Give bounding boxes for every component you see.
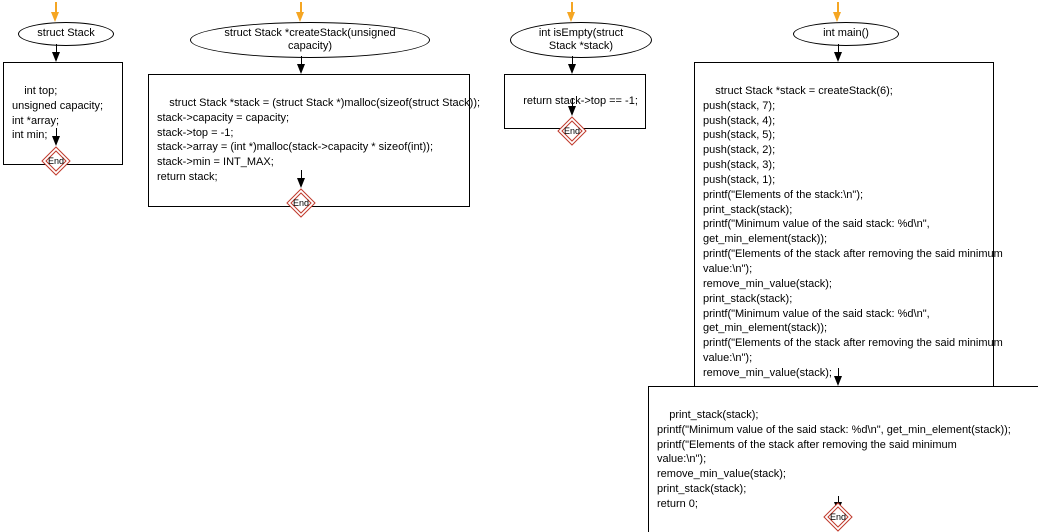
flow3-header-text: int isEmpty(struct Stack *stack) xyxy=(539,27,623,53)
flow4-body1: struct Stack *stack = createStack(6); pu… xyxy=(694,62,994,403)
arrow-head xyxy=(834,52,842,62)
arrow-head xyxy=(568,106,576,116)
flow4-header: int main() xyxy=(793,22,899,46)
flow4-body2-text: print_stack(stack); printf("Minimum valu… xyxy=(657,409,1011,510)
flow2-header: struct Stack *createStack(unsigned capac… xyxy=(190,22,430,58)
flow3-header: int isEmpty(struct Stack *stack) xyxy=(510,22,652,58)
arrow-head xyxy=(568,64,576,74)
end-node: End xyxy=(557,116,587,146)
entry-arrow-head xyxy=(567,12,575,22)
entry-arrow-head xyxy=(51,12,59,22)
flow4-header-text: int main() xyxy=(823,27,869,40)
flowchart-canvas: struct Stack int top; unsigned capacity;… xyxy=(0,0,1038,532)
flow2-body: struct Stack *stack = (struct Stack *)ma… xyxy=(148,74,470,207)
entry-arrow-head xyxy=(833,12,841,22)
flow2-header-text: struct Stack *createStack(unsigned capac… xyxy=(224,27,395,53)
end-node: End xyxy=(823,502,853,532)
arrow-head xyxy=(834,376,842,386)
entry-arrow-head xyxy=(296,12,304,22)
flow1-header-text: struct Stack xyxy=(37,27,94,40)
flow2-body-text: struct Stack *stack = (struct Stack *)ma… xyxy=(157,97,480,183)
end-node: End xyxy=(41,146,71,176)
end-label: End xyxy=(41,146,71,176)
end-node: End xyxy=(286,188,316,218)
end-label: End xyxy=(286,188,316,218)
end-label: End xyxy=(823,502,853,532)
arrow-head xyxy=(52,52,60,62)
flow1-header: struct Stack xyxy=(18,22,114,46)
end-label: End xyxy=(557,116,587,146)
flow1-body-text: int top; unsigned capacity; int *array; … xyxy=(12,85,103,142)
flow4-body1-text: struct Stack *stack = createStack(6); pu… xyxy=(703,85,1003,379)
arrow-head xyxy=(297,64,305,74)
flow3-body-text: return stack->top == -1; xyxy=(523,95,638,107)
arrow-head xyxy=(297,178,305,188)
arrow-head xyxy=(52,136,60,146)
